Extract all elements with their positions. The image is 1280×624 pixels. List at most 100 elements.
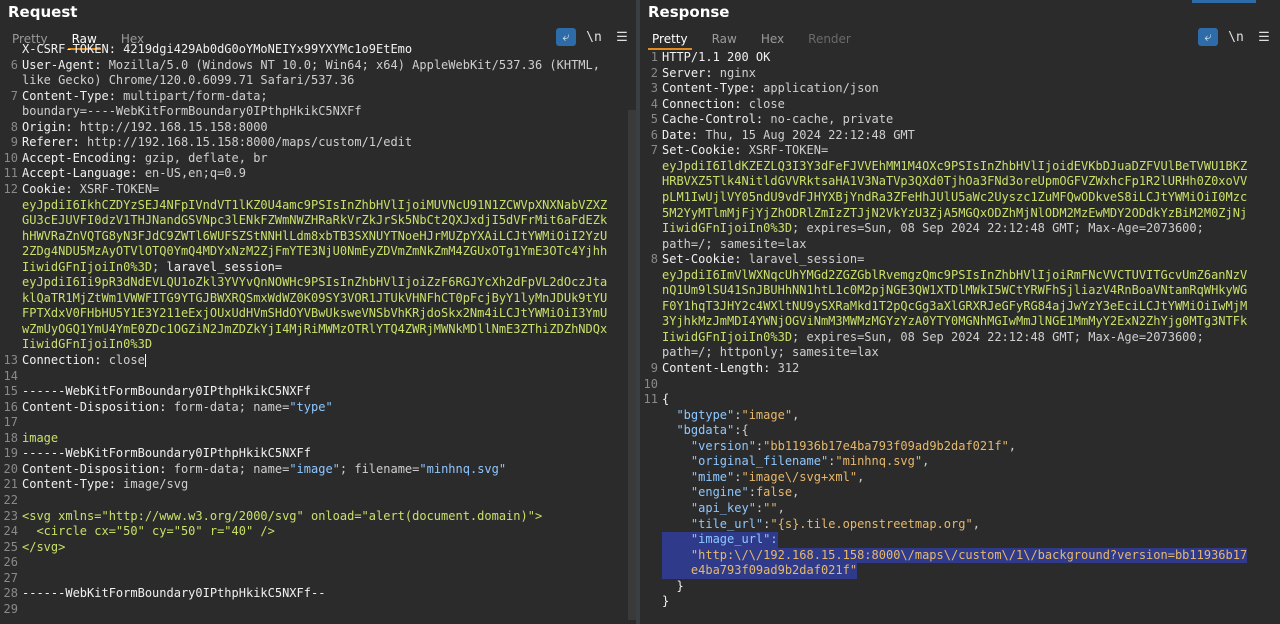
code-token: FPTXdxV0FHbHU5Y1E3Y211eExjOUxUdHVmSHdOYV… — [22, 306, 608, 321]
code-token: "image" — [741, 407, 793, 422]
line-number: 8 — [650, 252, 658, 267]
code-token: e4ba793f09ad9b2daf021f" — [662, 563, 858, 578]
code-token: Content-Type: — [662, 81, 756, 96]
code-line: "http:\/\/192.168.15.158:8000\/maps\/cus… — [640, 547, 1280, 564]
code-line: 18 image — [0, 431, 636, 447]
code-token: IiwidGFnIjoiIn0%3D — [22, 259, 153, 274]
code-line: 21 Content-Type: image/svg — [0, 477, 636, 493]
code-text: X-CSRF-TOKEN: 4219dgi429Ab0dG0oYMoNEIYx9… — [22, 42, 412, 58]
code-line: 5 Cache-Control: no-cache, private — [640, 112, 1280, 128]
response-tab-raw[interactable]: Raw — [700, 30, 749, 48]
line-number: 7 — [10, 88, 18, 103]
line-number: 15 — [3, 384, 18, 399]
code-text: eyJpdiI6ImVlWXNqcUhYMGd2ZGZGblRvemgzQmc9… — [662, 268, 1247, 284]
line-number: 24 — [3, 524, 18, 539]
line-number: 6 — [10, 57, 18, 72]
code-text: Accept-Language: en-US,en;q=0.9 — [22, 166, 246, 182]
code-token: XSRF-TOKEN= — [72, 181, 160, 196]
code-token: Connection: — [662, 96, 742, 111]
code-token: Content-Length: — [662, 361, 771, 375]
code-line: 9 Content-Length: 312 — [640, 361, 1280, 377]
line-number: 13 — [3, 353, 18, 367]
line-number: 19 — [3, 446, 18, 461]
code-token: , — [792, 407, 800, 422]
code-token: nginx — [712, 65, 756, 80]
menu-icon[interactable]: ☰ — [1254, 28, 1274, 46]
code-token: <svg xmlns="http://www.w3.org/2000/svg" … — [22, 508, 543, 523]
code-token: IiwidGFnIjoiIn0%3D — [662, 329, 793, 344]
request-editor[interactable]: X-CSRF-TOKEN: 4219dgi429Ab0dG0oYMoNEIYx9… — [0, 42, 636, 624]
code-line: IiwidGFnIjoiIn0%3D; expires=Sun, 08 Sep … — [640, 221, 1280, 237]
code-token: HTTP/1.1 200 OK — [662, 50, 771, 64]
code-line: "bgdata":{ — [640, 423, 1280, 439]
code-text: HRBVXZ5Tlk4NitldGVVRktsaHA1V3NaTVp3QXd0T… — [662, 174, 1247, 190]
response-title: Response — [648, 3, 730, 21]
code-token: 2ZDg4NDU5MzAyOTVlOTQ0YmQ4MDYxNzM2ZjFmYTE… — [22, 244, 608, 259]
code-token: X-CSRF-TOKEN: 4219dgi429Ab0dG0oYMoNEIYx9… — [22, 42, 413, 56]
code-text: IiwidGFnIjoiIn0%3D; expires=Sun, 08 Sep … — [662, 330, 1204, 346]
newline-toggle-icon[interactable]: \n — [1226, 28, 1246, 46]
line-number: 1 — [650, 50, 658, 64]
code-line: GU3cEJUVFI0dzV1THJNandGSVNpc3lENkFZWmNWZ… — [0, 213, 636, 229]
code-text: { — [662, 392, 669, 408]
code-token: en-US,en;q=0.9 — [137, 166, 246, 181]
code-line: 7 Content-Type: multipart/form-data; — [0, 89, 636, 105]
line-number: 16 — [3, 399, 18, 414]
code-line: nQ1Um9lSU41SnJBUHhNN1htL1c0M2pjNGE3QW1XT… — [640, 283, 1280, 299]
code-token: eyJpdiI6IldKZEZLQ3I3Y3dFeFJVVEhMM1M4OXc9… — [662, 158, 1248, 173]
code-line: pLM1IwUjlVY05ndU9vdFJHYXBjYndRa3ZFeHhJUl… — [640, 190, 1280, 206]
layout-toggle[interactable] — [1192, 0, 1256, 3]
code-line: 5M2YyMTlmMjFjYjZhODRlZmIzZTJjN2VkYzU3ZjA… — [640, 206, 1280, 222]
code-line: eyJpdiI6Ii9pR3dNdEVLQU1oZkl3YVYvQnNOWHc9… — [0, 275, 636, 291]
code-line: FPTXdxV0FHbHU5Y1E3Y211eExjOUxUdHVmSHdOYV… — [0, 306, 636, 322]
line-number: 9 — [10, 135, 18, 150]
code-text: ------WebKitFormBoundary0IPthpHkikC5NXFf — [22, 446, 311, 462]
code-text: image — [22, 431, 58, 447]
code-token: IiwidGFnIjoiIn0%3D — [662, 221, 793, 236]
code-line: IiwidGFnIjoiIn0%3D — [0, 337, 636, 353]
http-message-editor: Request Pretty Raw Hex ⤶ \n ☰ X-CSRF-TOK… — [0, 0, 1280, 624]
code-text: <circle cx="50" cy="50" r="40" /> — [22, 524, 274, 540]
code-text: ------WebKitFormBoundary0IPthpHkikC5NXFf… — [22, 586, 325, 602]
code-token: 3YjhkMzJmMDI4YWNjOGViNmM3MWMzMGYzYzA0YTY… — [662, 314, 1248, 329]
line-number: 18 — [3, 430, 18, 445]
code-token: :{ — [734, 423, 749, 438]
code-token: "version" — [662, 438, 756, 453]
code-line: 10 Accept-Encoding: gzip, deflate, br — [0, 151, 636, 167]
code-token: Set-Cookie: — [662, 252, 742, 267]
code-text: Connection: close — [662, 97, 785, 113]
response-tab-hex[interactable]: Hex — [749, 30, 796, 48]
code-token: image/svg — [115, 477, 189, 492]
code-line: HRBVXZ5Tlk4NitldGVVRktsaHA1V3NaTVp3QXd0T… — [640, 174, 1280, 190]
response-tab-render[interactable]: Render — [796, 30, 863, 48]
line-number: 22 — [3, 492, 18, 507]
line-number: 11 — [3, 166, 18, 181]
code-text: Origin: http://192.168.15.158:8000 — [22, 120, 268, 136]
code-line: eyJpdiI6ImVlWXNqcUhYMGd2ZGZGblRvemgzQmc9… — [640, 268, 1280, 284]
code-token: GU3cEJUVFI0dzV1THJNandGSVNpc3lENkFZWmNWZ… — [22, 213, 608, 228]
code-line: 13 Connection: close — [0, 353, 636, 369]
response-editor[interactable]: 1 HTTP/1.1 200 OK 2 Server: nginx 3 Content-T… — [640, 50, 1280, 624]
code-text: IiwidGFnIjoiIn0%3D; laravel_session= — [22, 260, 282, 276]
code-line: 15 ------WebKitFormBoundary0IPthpHkikC5NX… — [0, 384, 636, 400]
code-token: hHWVRaZnVQTG8yN3FJdC9ZWTl6WUFSZStNNHlLdm… — [22, 228, 608, 243]
code-token: Thu, 15 Aug 2024 22:12:48 GMT — [698, 127, 915, 142]
response-tab-pretty[interactable]: Pretty — [640, 30, 700, 50]
code-token: ------WebKitFormBoundary0IPthpHkikC5NXFf… — [22, 586, 326, 601]
code-token: "minhnq.svg" — [419, 461, 507, 476]
code-token: ; — [152, 259, 167, 274]
code-text: "bgtype":"image", — [662, 408, 799, 424]
code-token: ; expires=Sun, 08 Sep 2024 22:12:48 GMT;… — [792, 221, 1204, 236]
code-token: IiwidGFnIjoiIn0%3D — [22, 337, 153, 352]
code-token: Cache-Control: — [662, 112, 764, 127]
word-wrap-icon[interactable]: ⤶ — [1198, 28, 1218, 46]
code-line: 8 Origin: http://192.168.15.158:8000 — [0, 120, 636, 136]
code-text: Server: nginx — [662, 66, 756, 82]
request-scrollbar[interactable] — [628, 110, 636, 620]
code-line: hHWVRaZnVQTG8yN3FJdC9ZWTl6WUFSZStNNHlLdm… — [0, 229, 636, 245]
line-number: 20 — [3, 461, 18, 476]
code-token: , — [1008, 438, 1017, 453]
code-text: pLM1IwUjlVY05ndU9vdFJHYXBjYndRa3ZFeHhJUl… — [662, 190, 1247, 206]
code-line: "api_key":"", — [640, 501, 1280, 517]
code-text: Content-Disposition: form-data; name="im… — [22, 462, 506, 478]
